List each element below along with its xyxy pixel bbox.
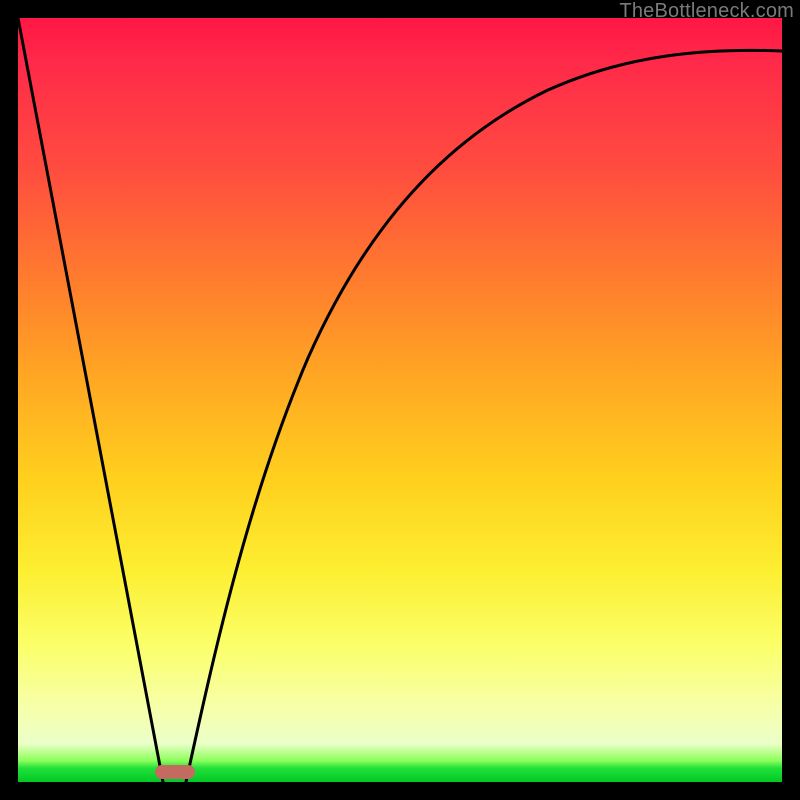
attribution-label: TheBottleneck.com xyxy=(619,0,794,23)
curve-layer xyxy=(18,18,782,782)
curve-right-branch xyxy=(186,50,782,782)
curve-left-branch xyxy=(18,18,163,782)
chart-container: TheBottleneck.com xyxy=(0,0,800,800)
bottleneck-marker xyxy=(155,765,195,779)
plot-area xyxy=(18,18,782,782)
